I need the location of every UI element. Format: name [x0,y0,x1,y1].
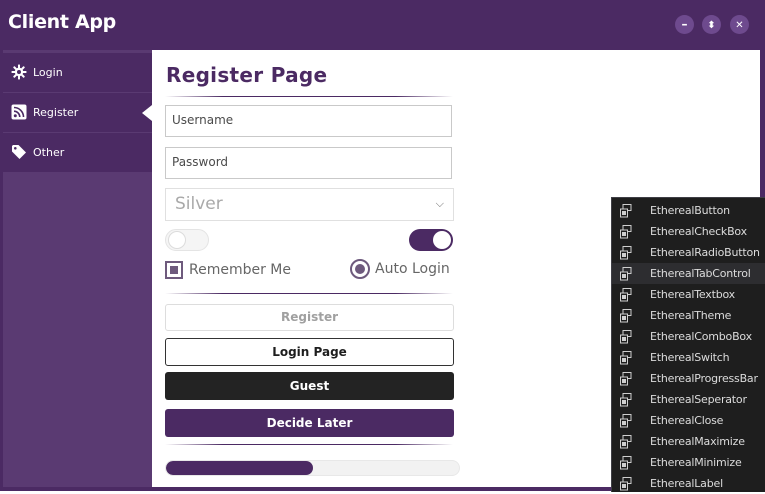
context-menu-item-label: EtherealMaximize [650,435,745,448]
context-menu-item-label: EtherealButton [650,204,730,217]
tier-combobox[interactable]: Silver ⌵ [165,188,454,221]
component-context-menu: EtherealButton EtherealCheckBox EtherealRa… [611,197,765,492]
title-bar: Client App – ⬍ ✕ [0,0,765,50]
component-icon [620,288,632,302]
component-icon [620,267,632,281]
auto-login-radio[interactable] [350,259,370,279]
remember-me-checkbox[interactable] [165,261,183,279]
component-icon [620,477,632,491]
context-menu-item-label: EtherealRadioButton [650,246,760,259]
page-title: Register Page [166,63,328,87]
title-separator [165,96,453,97]
register-button[interactable]: Register [165,304,454,331]
combobox-value: Silver [175,194,223,214]
sidebar-item-label: Register [33,106,79,119]
context-menu-item[interactable]: EtherealButton [612,200,765,221]
app-title: Client App [8,11,116,33]
component-icon [620,246,632,260]
context-menu-item-label: EtherealMinimize [650,456,742,469]
sidebar-item-label: Other [33,146,65,159]
component-icon [620,330,632,344]
login-page-button[interactable]: Login Page [165,338,454,366]
close-button[interactable]: ✕ [730,15,749,34]
options-separator [165,293,453,294]
context-menu-item[interactable]: EtherealTheme [612,305,765,326]
buttons-separator [165,444,453,445]
context-menu-item[interactable]: EtherealMinimize [612,452,765,473]
context-menu-item-label: EtherealTextbox [650,288,735,301]
username-field[interactable] [165,105,452,137]
switch-right[interactable] [409,229,453,251]
context-menu-item[interactable]: EtherealMaximize [612,431,765,452]
context-menu-item-label: EtherealClose [650,414,724,427]
username-input[interactable] [166,106,442,134]
progress-bar [165,460,460,476]
maximize-button[interactable]: ⬍ [702,15,721,34]
sidebar-item-login[interactable]: Login [3,53,152,92]
switch-knob [168,231,186,249]
context-menu-item-label: EtherealCheckBox [650,225,747,238]
sidebar-item-other[interactable]: Other [3,133,152,172]
maximize-icon: ⬍ [707,20,716,31]
context-menu-item-label: EtherealLabel [650,477,723,490]
sidebar-item-label: Login [33,66,63,79]
switch-knob [433,231,451,249]
context-menu-item[interactable]: EtherealTextbox [612,284,765,305]
remember-me-label: Remember Me [189,262,291,278]
password-field[interactable] [165,147,452,179]
auto-login-label: Auto Login [375,261,450,277]
sidebar: Login Register Other [3,50,152,487]
chevron-down-icon: ⌵ [435,197,444,210]
guest-button[interactable]: Guest [165,372,454,400]
context-menu-item-label: EtherealTabControl [650,267,751,280]
component-icon [620,225,632,239]
context-menu-item[interactable]: EtherealTabControl [612,263,765,284]
minimize-icon: – [681,17,688,31]
password-input[interactable] [166,148,442,176]
context-menu-item-label: EtherealComboBox [650,330,752,343]
tag-icon [12,145,26,159]
component-icon [620,309,632,323]
context-menu-item[interactable]: EtherealSwitch [612,347,765,368]
rss-icon [11,104,27,120]
component-icon [620,435,632,449]
component-icon [620,414,632,428]
context-menu-item-label: EtherealSwitch [650,351,730,364]
context-menu-item[interactable]: EtherealClose [612,410,765,431]
progress-fill [166,461,313,475]
context-menu-item[interactable]: EtherealSeperator [612,389,765,410]
context-menu-item-label: EtherealSeperator [650,393,747,406]
component-icon [620,456,632,470]
component-icon [620,204,632,218]
decide-later-button[interactable]: Decide Later [165,409,454,437]
sidebar-item-register[interactable]: Register [3,93,152,132]
context-menu-item[interactable]: EtherealCheckBox [612,221,765,242]
context-menu-item[interactable]: EtherealRadioButton [612,242,765,263]
close-icon: ✕ [735,20,744,31]
context-menu-item[interactable]: EtherealComboBox [612,326,765,347]
context-menu-item-label: EtherealTheme [650,309,732,322]
gear-icon [11,64,27,80]
component-icon [620,351,632,365]
context-menu-item[interactable]: EtherealProgressBar [612,368,765,389]
context-menu-item-label: EtherealProgressBar [650,372,758,385]
component-icon [620,372,632,386]
switch-left[interactable] [165,229,209,251]
minimize-button[interactable]: – [675,15,694,34]
component-icon [620,393,632,407]
